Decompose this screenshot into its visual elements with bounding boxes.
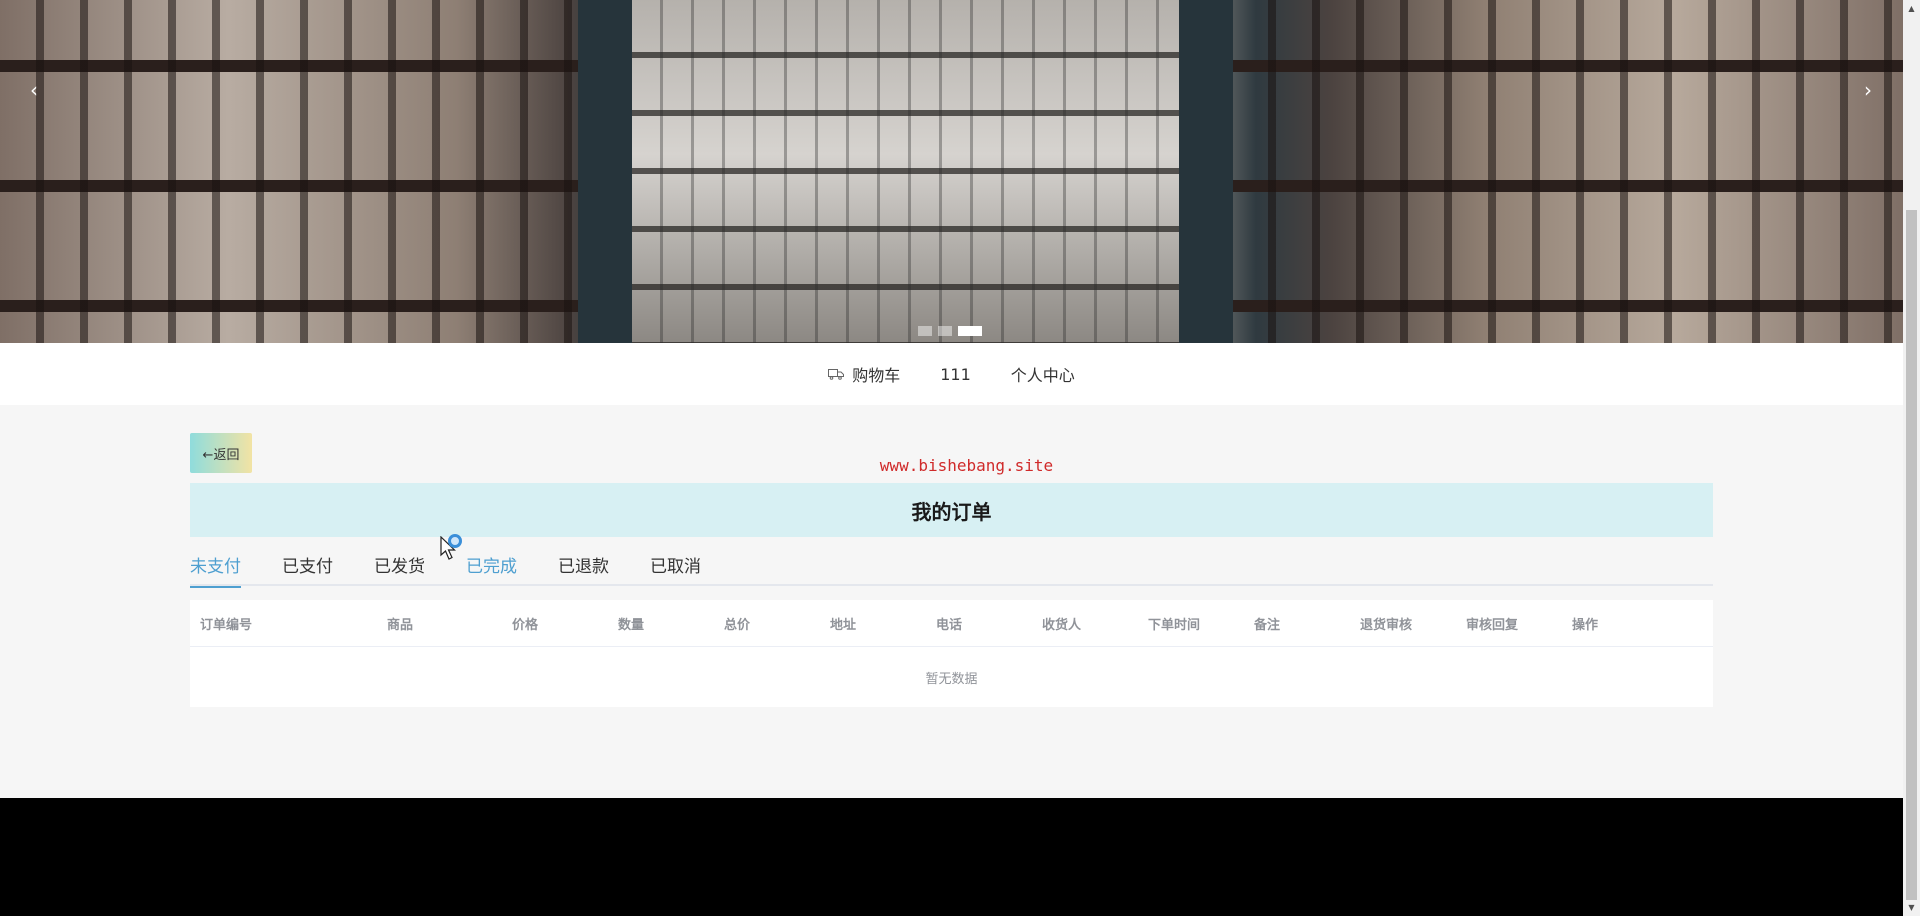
table-header: 订单编号 商品 价格 数量 总价 地址 电话 收货人 下单时间 备注 退货审核 …	[190, 600, 1713, 647]
column-header: 备注	[1254, 617, 1281, 633]
loading-spinner-icon	[448, 534, 462, 548]
tab-unpaid[interactable]: 未支付	[190, 552, 241, 588]
column-header: 订单编号	[200, 617, 253, 633]
nav-user-label: 111	[940, 364, 971, 384]
column-header: 数量	[618, 617, 645, 633]
tab-paid[interactable]: 已支付	[282, 552, 333, 586]
column-header: 下单时间	[1148, 617, 1201, 633]
column-header: 价格	[512, 617, 539, 633]
nav-cart-label: 购物车	[852, 366, 901, 385]
column-header: 审核回复	[1466, 617, 1519, 633]
tab-cancelled[interactable]: 已取消	[650, 552, 701, 586]
tab-refunded[interactable]: 已退款	[558, 552, 609, 586]
table-empty-state: 暂无数据	[925, 671, 978, 687]
carousel-indicators	[918, 326, 982, 336]
page-title: 我的订单	[190, 483, 1713, 537]
carousel-indicator-2[interactable]	[938, 326, 952, 336]
nav-cart[interactable]: 购物车	[828, 362, 900, 386]
column-header: 操作	[1572, 617, 1599, 633]
column-header: 电话	[936, 617, 963, 633]
top-nav: 购物车 111 个人中心	[0, 343, 1903, 405]
column-header: 地址	[830, 617, 857, 633]
page-footer	[0, 798, 1903, 916]
scrollbar-thumb[interactable]	[1906, 210, 1917, 900]
truck-icon	[828, 368, 845, 380]
carousel-prev-button[interactable]: ‹	[22, 78, 46, 102]
tab-completed[interactable]: 已完成	[466, 552, 517, 586]
carousel-indicator-1[interactable]	[918, 326, 932, 336]
orders-section: ←返回 www.bishebang.site 我的订单 未支付 已支付 已发货 …	[0, 405, 1903, 798]
site-watermark: www.bishebang.site	[879, 456, 1054, 475]
order-status-tabs: 未支付 已支付 已发货 已完成 已退款 已取消	[190, 552, 1713, 588]
banner-carousel[interactable]: ‹ ›	[0, 0, 1903, 343]
tab-shipped[interactable]: 已发货	[374, 552, 425, 586]
column-header: 商品	[387, 617, 414, 633]
scroll-down-icon[interactable]: ▼	[1903, 899, 1920, 916]
banner-image-center-stacks	[578, 0, 1233, 343]
nav-profile-label: 个人中心	[1010, 366, 1075, 385]
carousel-indicator-3[interactable]	[958, 326, 982, 336]
carousel-next-button[interactable]: ›	[1856, 78, 1880, 102]
page-title-text: 我的订单	[911, 499, 992, 524]
column-header: 总价	[724, 617, 751, 633]
scroll-up-icon[interactable]: ▲	[1903, 0, 1920, 17]
nav-user[interactable]: 111	[940, 365, 971, 384]
orders-table: 订单编号 商品 价格 数量 总价 地址 电话 收货人 下单时间 备注 退货审核 …	[190, 600, 1713, 707]
page-scrollbar[interactable]: ▲ ▼	[1903, 0, 1920, 916]
column-header: 退货审核	[1360, 617, 1413, 633]
nav-profile[interactable]: 个人中心	[1011, 362, 1075, 386]
column-header: 收货人	[1042, 617, 1082, 633]
